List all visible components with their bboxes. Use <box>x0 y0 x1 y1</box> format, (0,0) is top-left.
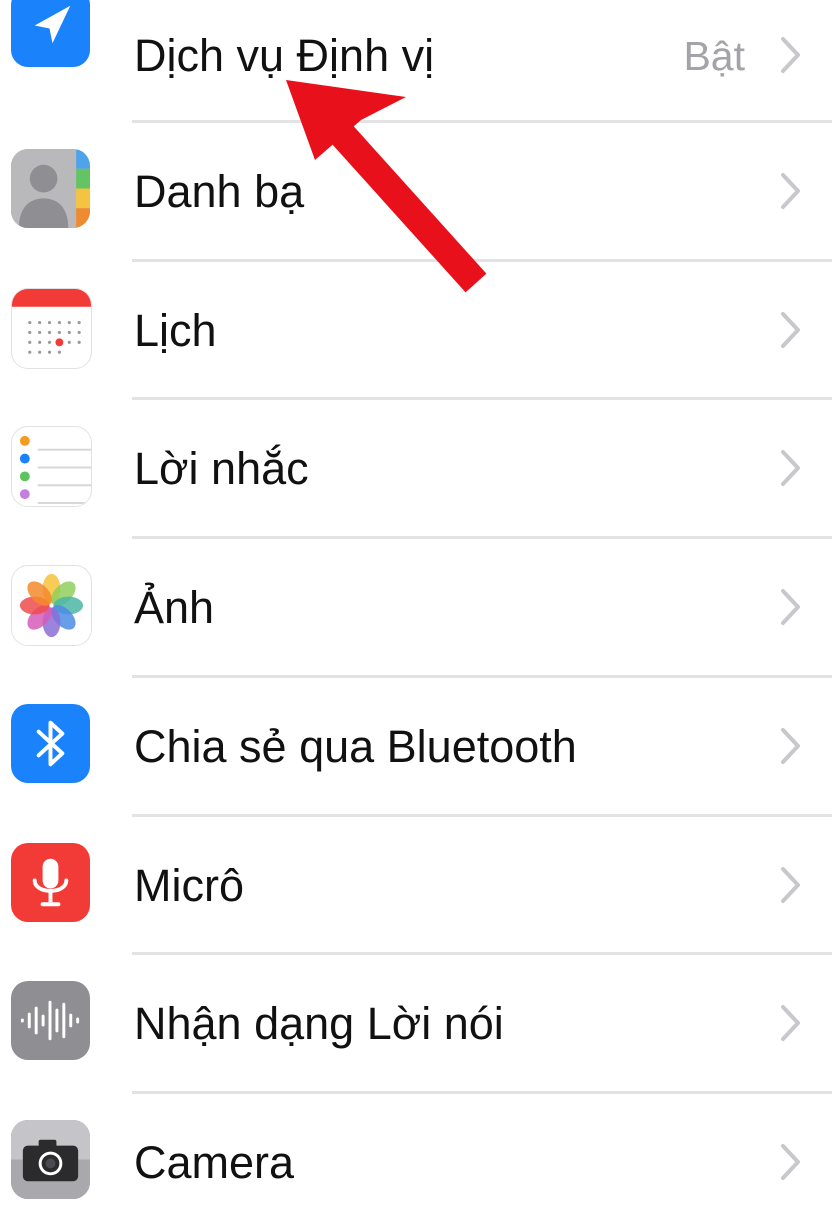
speech-waveform-icon <box>11 981 90 1060</box>
reminders-label: Lời nhắc <box>134 443 309 494</box>
calendar-icon <box>11 288 92 369</box>
photos-label: Ảnh <box>134 582 215 633</box>
settings-row-reminders[interactable]: Lời nhắc <box>0 400 832 538</box>
chevron-right-icon <box>780 448 802 488</box>
chevron-right-icon <box>780 310 802 350</box>
location-arrow-icon <box>11 0 90 67</box>
chevron-right-icon <box>780 35 802 75</box>
contacts-icon <box>11 149 90 228</box>
chevron-right-icon <box>780 587 802 627</box>
settings-row-camera[interactable]: Camera <box>0 1094 832 1232</box>
settings-row-microphone[interactable]: Micrô <box>0 817 832 955</box>
photos-icon <box>11 565 92 646</box>
bluetooth-icon <box>11 704 90 783</box>
speech-recognition-label: Nhận dạng Lời nói <box>134 998 504 1049</box>
microphone-label: Micrô <box>134 860 244 911</box>
location-services-label: Dịch vụ Định vị <box>134 30 435 81</box>
chevron-right-icon <box>780 1003 802 1043</box>
chevron-right-icon <box>780 865 802 905</box>
chevron-right-icon <box>780 726 802 766</box>
contacts-label: Danh bạ <box>134 166 305 217</box>
chevron-right-icon <box>780 1142 802 1182</box>
calendar-label: Lịch <box>134 305 217 356</box>
chevron-right-icon <box>780 171 802 211</box>
microphone-icon <box>11 843 90 922</box>
settings-row-location-services[interactable]: Dịch vụ Định vị Bật <box>0 0 832 138</box>
location-services-status: Bật <box>683 33 745 79</box>
camera-icon <box>11 1120 90 1199</box>
settings-row-contacts[interactable]: Danh bạ <box>0 123 832 261</box>
reminders-icon <box>11 426 92 507</box>
settings-row-photos[interactable]: Ảnh <box>0 539 832 677</box>
settings-row-speech-recognition[interactable]: Nhận dạng Lời nói <box>0 955 832 1093</box>
bluetooth-sharing-label: Chia sẻ qua Bluetooth <box>134 721 577 772</box>
camera-label: Camera <box>134 1137 295 1188</box>
settings-row-calendar[interactable]: Lịch <box>0 262 832 400</box>
settings-row-bluetooth-sharing[interactable]: Chia sẻ qua Bluetooth <box>0 678 832 816</box>
